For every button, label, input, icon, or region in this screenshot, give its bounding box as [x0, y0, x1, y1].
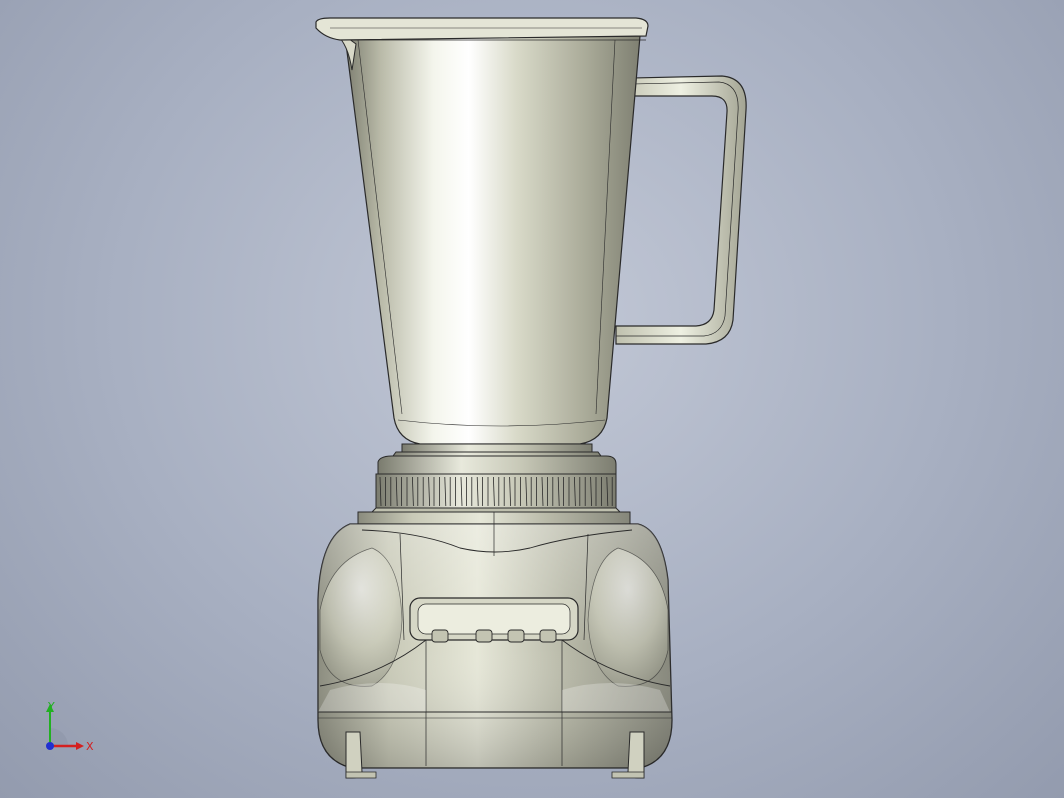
control-button-1[interactable] [431, 629, 449, 643]
z-axis-dot [46, 742, 54, 750]
y-axis-label: Y [47, 700, 55, 713]
jar-handle [615, 75, 747, 345]
control-button-3[interactable] [507, 629, 525, 643]
control-button-4[interactable] [539, 629, 557, 643]
coupling-collar [370, 455, 622, 513]
orientation-triad: Y X [46, 700, 94, 753]
blender-jar [317, 21, 641, 445]
cad-viewport[interactable] [0, 0, 1064, 798]
jar-lid [315, 17, 649, 41]
control-button-2[interactable] [475, 629, 493, 643]
x-axis-label: X [86, 740, 94, 753]
